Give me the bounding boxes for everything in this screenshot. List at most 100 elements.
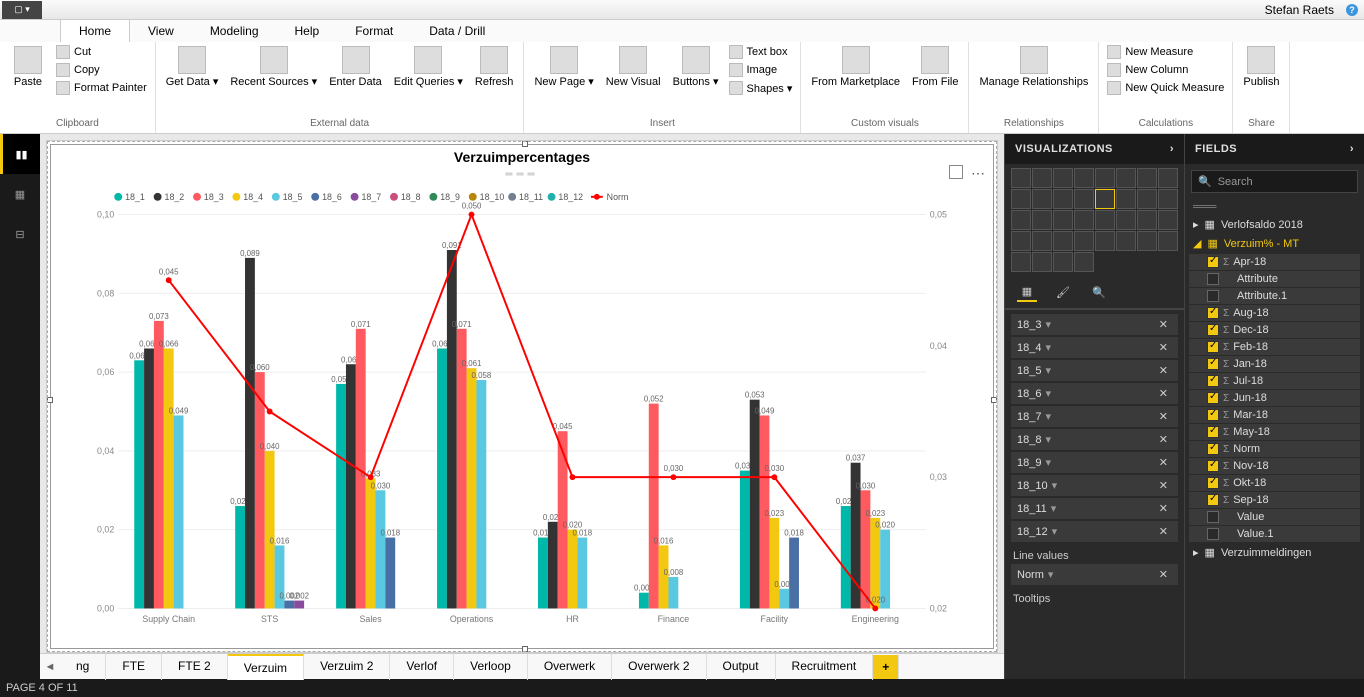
page-tab[interactable]: FTE 2 [162,654,228,680]
new-page-button[interactable]: New Page ▾ [530,44,597,90]
viz-type-icon[interactable] [1053,210,1073,230]
fields-search[interactable]: 🔍Search [1191,170,1358,193]
viz-type-icon[interactable] [1011,210,1031,230]
viz-type-icon[interactable] [1074,210,1094,230]
checkbox[interactable] [1207,426,1219,438]
chevron-down-icon[interactable]: ▾ [1048,479,1062,492]
field-row[interactable]: Attribute.1 [1189,288,1360,304]
checkbox[interactable] [1207,358,1219,370]
ribbon-tab-modeling[interactable]: Modeling [192,20,277,42]
field-well-item[interactable]: 18_6▾✕ [1011,383,1178,404]
viz-type-icon[interactable] [1158,210,1178,230]
from-file-button[interactable]: From File [908,44,962,90]
checkbox[interactable] [1207,511,1219,523]
viz-type-icon[interactable] [1116,168,1136,188]
page-tab[interactable]: Overwerk 2 [612,654,706,680]
field-row[interactable]: ΣJul-18 [1189,373,1360,389]
page-tab[interactable]: ng [60,654,106,680]
chart-visual[interactable]: Verzuimpercentages ═══ ⋯ 0,000,020,040,0… [50,144,994,649]
page-tab[interactable]: Verzuim 2 [304,654,390,680]
textbox-button[interactable]: Text box [727,44,795,60]
viz-type-icon[interactable] [1095,168,1115,188]
page-tab[interactable]: Output [707,654,776,680]
checkbox[interactable] [1207,477,1219,489]
field-row[interactable]: ΣNov-18 [1189,458,1360,474]
viz-type-icon[interactable] [1116,189,1136,209]
checkbox[interactable] [1207,460,1219,472]
viz-type-icon[interactable] [1095,189,1115,209]
format-painter-button[interactable]: Format Painter [54,80,149,96]
publish-button[interactable]: Publish [1239,44,1283,90]
remove-icon[interactable]: ✕ [1155,433,1172,446]
remove-icon[interactable]: ✕ [1155,479,1172,492]
checkbox[interactable] [1207,528,1219,540]
viz-type-icon[interactable] [1011,189,1031,209]
fields-tab-icon[interactable]: ▦ [1017,282,1037,302]
remove-icon[interactable]: ✕ [1155,318,1172,331]
chevron-down-icon[interactable]: ▾ [1041,410,1055,423]
image-button[interactable]: Image [727,62,795,78]
viz-pane-header[interactable]: VISUALIZATIONS› [1005,134,1184,164]
recent-sources-button[interactable]: Recent Sources ▾ [226,44,321,90]
viz-type-icon[interactable] [1053,168,1073,188]
analytics-tab-icon[interactable]: 🔍 [1089,282,1109,302]
chevron-down-icon[interactable]: ▾ [1041,433,1055,446]
new-quick-measure-button[interactable]: New Quick Measure [1105,80,1226,96]
model-view-tab[interactable]: ⊟ [0,214,40,254]
field-row[interactable]: ΣOkt-18 [1189,475,1360,491]
checkbox[interactable] [1207,409,1219,421]
field-well-item[interactable]: 18_10▾✕ [1011,475,1178,496]
viz-type-icon[interactable] [1032,231,1052,251]
viz-type-icon[interactable] [1116,231,1136,251]
viz-type-icon[interactable] [1095,210,1115,230]
field-row[interactable]: ΣApr-18 [1189,254,1360,270]
remove-icon[interactable]: ✕ [1155,502,1172,515]
remove-icon[interactable]: ✕ [1155,525,1172,538]
field-row[interactable]: Value [1189,509,1360,525]
field-well-item[interactable]: 18_8▾✕ [1011,429,1178,450]
checkbox[interactable] [1207,494,1219,506]
add-page-button[interactable]: + [873,655,899,679]
ribbon-tab-help[interactable]: Help [277,20,338,42]
checkbox[interactable] [1207,392,1219,404]
qat-dropdown[interactable]: ▢ ▾ [2,1,42,19]
chevron-down-icon[interactable]: ▾ [1041,364,1055,377]
field-well-item[interactable]: Norm▾✕ [1011,564,1178,585]
ribbon-tab-view[interactable]: View [130,20,192,42]
viz-type-icon[interactable] [1011,252,1031,272]
checkbox[interactable] [1207,324,1219,336]
remove-icon[interactable]: ✕ [1155,456,1172,469]
from-marketplace-button[interactable]: From Marketplace [807,44,904,90]
viz-type-icon[interactable] [1032,252,1052,272]
field-well-item[interactable]: 18_4▾✕ [1011,337,1178,358]
paste-button[interactable]: Paste [6,44,50,90]
viz-type-icon[interactable] [1053,189,1073,209]
page-tab[interactable]: Verzuim [228,654,304,680]
viz-type-icon[interactable] [1116,210,1136,230]
new-column-button[interactable]: New Column [1105,62,1226,78]
chevron-down-icon[interactable]: ▾ [1041,387,1055,400]
field-row[interactable]: ΣSep-18 [1189,492,1360,508]
new-measure-button[interactable]: New Measure [1105,44,1226,60]
table-row[interactable]: ▸▦Verzuimmeldingen [1189,543,1360,562]
field-row[interactable]: ΣDec-18 [1189,322,1360,338]
remove-icon[interactable]: ✕ [1155,387,1172,400]
page-tab[interactable]: Verloop [454,654,528,680]
page-tab[interactable]: FTE [106,654,162,680]
focus-mode-icon[interactable] [949,165,963,179]
viz-type-icon[interactable] [1074,168,1094,188]
viz-type-icon[interactable] [1053,252,1073,272]
field-well-item[interactable]: 18_5▾✕ [1011,360,1178,381]
page-tab[interactable]: Overwerk [528,654,612,680]
field-row[interactable]: ΣJun-18 [1189,390,1360,406]
remove-icon[interactable]: ✕ [1155,341,1172,354]
field-row[interactable]: Attribute [1189,271,1360,287]
field-well-item[interactable]: 18_9▾✕ [1011,452,1178,473]
grip-icon[interactable]: ═══ [51,169,993,180]
field-well-item[interactable]: 18_12▾✕ [1011,521,1178,542]
drag-handle-icon[interactable]: ═══ [1185,199,1364,215]
get-data-button[interactable]: Get Data ▾ [162,44,223,90]
edit-queries-button[interactable]: Edit Queries ▾ [390,44,467,90]
field-row[interactable]: ΣFeb-18 [1189,339,1360,355]
table-row[interactable]: ▸▦Verlofsaldo 2018 [1189,215,1360,234]
